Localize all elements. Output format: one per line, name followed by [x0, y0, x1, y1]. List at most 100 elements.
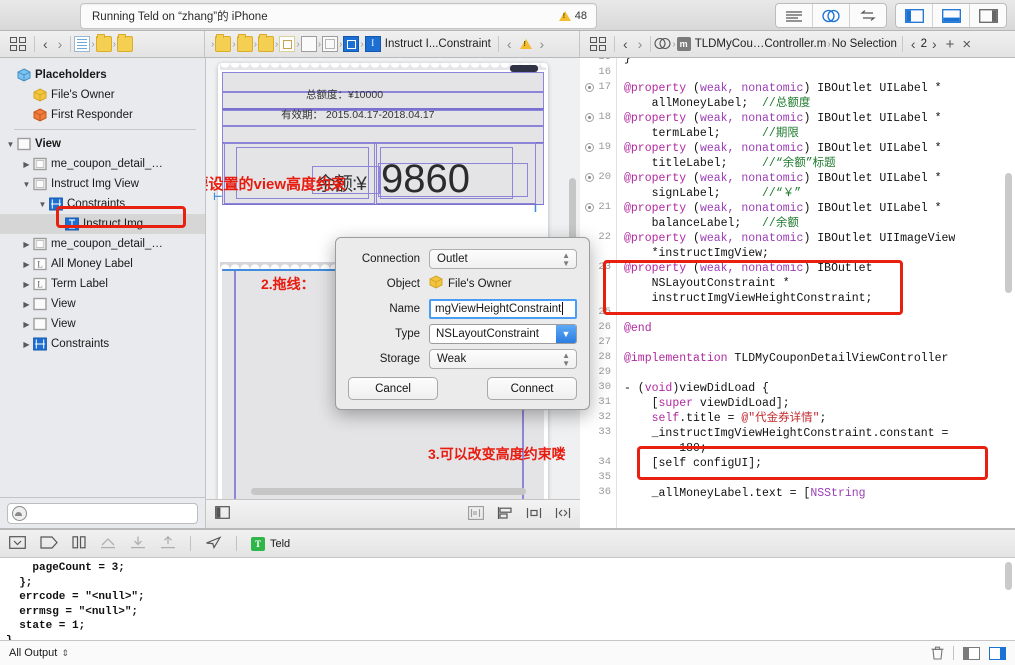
editor-back-button[interactable]: ‹ [618, 36, 633, 52]
venn-icon[interactable] [654, 37, 671, 51]
console-pane-left-toggle[interactable] [963, 646, 980, 660]
editor-forward-button[interactable]: › [633, 36, 648, 52]
m-file-icon[interactable]: m [676, 37, 691, 51]
breakpoint-marker-icon[interactable] [585, 173, 594, 182]
disclosure-triangle-icon[interactable]: ▼ [36, 200, 49, 209]
counter-prev-button[interactable]: ‹ [906, 36, 921, 52]
line-number: 16 [598, 66, 611, 78]
editor-vertical-scrollbar[interactable] [1005, 173, 1012, 293]
code-token: //总额度 [762, 97, 811, 110]
cancel-button[interactable]: Cancel [348, 377, 438, 400]
tree-row[interactable]: ▼ Instruct Img View [0, 174, 205, 194]
add-editor-button[interactable]: + [942, 36, 959, 53]
breakpoint-marker-icon[interactable] [585, 203, 594, 212]
type-combobox[interactable]: NSLayoutConstraint ▼ [429, 323, 577, 344]
step-over-icon[interactable] [100, 536, 116, 552]
location-icon[interactable] [205, 535, 222, 552]
issue-next-button[interactable]: › [535, 36, 550, 52]
resolve-auto-layout-icon[interactable] [468, 505, 484, 523]
pin-icon[interactable] [526, 506, 542, 523]
tree-row[interactable]: Placeholders [0, 65, 205, 85]
warning-indicator[interactable]: 48 [558, 10, 587, 22]
close-editor-button[interactable]: × [958, 36, 975, 53]
connection-popup[interactable]: Outlet ▲ ▼ [429, 248, 577, 269]
output-filter-label[interactable]: All Output [9, 647, 57, 659]
connect-button[interactable]: Connect [487, 377, 577, 400]
running-process[interactable]: T Teld [251, 536, 290, 551]
tree-row[interactable]: ▶ L All Money Label [0, 254, 205, 274]
editor-selection-label[interactable]: No Selection [832, 38, 897, 50]
step-out-icon[interactable] [160, 535, 176, 552]
stack-icon[interactable] [555, 506, 571, 523]
console-log[interactable]: pageCount = 3; }; errcode = "<null>"; er… [0, 558, 1015, 640]
tree-row[interactable]: ▶ L Term Label [0, 274, 205, 294]
jump-bar-current-item[interactable]: Instruct I...Constraint [385, 38, 491, 50]
editor-file-name[interactable]: TLDMyCou…Controller.m [695, 38, 827, 50]
constraints-icon[interactable] [343, 36, 360, 52]
tree-row[interactable]: First Responder [0, 105, 205, 125]
version-editor-button[interactable] [850, 4, 886, 27]
tree-row[interactable]: ▼ Constraints [0, 194, 205, 214]
tree-row[interactable]: File's Owner [0, 85, 205, 105]
folder-icon[interactable] [236, 34, 253, 52]
storage-popup[interactable]: Weak ▲ ▼ [429, 348, 577, 369]
code-text[interactable]: } @property (weak, nonatomic) IBOutlet UI… [617, 58, 1015, 528]
trash-icon[interactable] [931, 646, 944, 660]
disclosure-triangle-icon[interactable]: ▶ [20, 260, 33, 269]
folder-icon[interactable] [215, 34, 232, 52]
folder-icon[interactable] [258, 34, 275, 52]
pause-icon[interactable] [72, 535, 86, 552]
flag-icon[interactable] [40, 535, 58, 552]
counter-next-button[interactable]: › [927, 36, 942, 52]
chevron-down-icon[interactable]: ▼ [556, 324, 576, 343]
tree-row[interactable]: ▼ View [0, 134, 205, 154]
disclosure-triangle-icon[interactable]: ▶ [20, 280, 33, 289]
console-scrollbar[interactable] [1005, 562, 1012, 590]
navigator-pane-toggle[interactable] [896, 4, 933, 27]
disclosure-triangle-icon[interactable]: ▶ [20, 340, 33, 349]
step-into-icon[interactable] [130, 536, 146, 552]
breakpoint-marker-icon[interactable] [585, 113, 594, 122]
outlet-connection-dialog[interactable]: Connection Outlet ▲ ▼ Object File's Owner… [335, 237, 590, 410]
tree-row[interactable]: Instruct Img… [0, 214, 205, 234]
disclosure-triangle-icon[interactable]: ▶ [20, 320, 33, 329]
disclosure-triangle-icon[interactable]: ▶ [20, 240, 33, 249]
folder-icon[interactable] [117, 34, 134, 52]
project-doc-icon[interactable] [74, 36, 91, 52]
disclosure-triangle-icon[interactable]: ▼ [4, 140, 17, 149]
view-as-icon[interactable] [215, 506, 230, 522]
warning-triangle-icon[interactable] [519, 39, 532, 49]
xib-icon[interactable] [279, 36, 296, 52]
filter-field[interactable] [7, 502, 198, 524]
disclosure-triangle-icon[interactable]: ▶ [20, 300, 33, 309]
grid-icon[interactable] [590, 37, 606, 51]
view-controller-icon[interactable] [322, 36, 339, 52]
breakpoint-marker-icon[interactable] [585, 143, 594, 152]
tree-row[interactable]: ▶ View [0, 314, 205, 334]
tree-row[interactable]: ▶ me_coupon_detail_… [0, 154, 205, 174]
grid-icon[interactable] [10, 37, 26, 51]
source-code-editor[interactable]: 15 16 17 18 19 20 21 22 23 25 26 27 28 29 30 31 32 33 34 35… [580, 58, 1015, 528]
disclosure-triangle-icon[interactable]: ▶ [20, 160, 33, 169]
breakpoint-toggle-icon[interactable] [9, 535, 26, 552]
assistant-editor-button[interactable] [813, 4, 850, 27]
view-square-icon[interactable] [300, 36, 317, 52]
back-button[interactable]: ‹ [38, 36, 53, 52]
debug-pane-toggle[interactable] [933, 4, 970, 27]
disclosure-triangle-icon[interactable]: ▼ [20, 180, 33, 189]
utilities-pane-toggle[interactable] [970, 4, 1006, 27]
issue-prev-button[interactable]: ‹ [502, 36, 517, 52]
forward-button[interactable]: › [53, 36, 68, 52]
canvas-horizontal-scrollbar[interactable] [251, 488, 526, 495]
standard-editor-button[interactable] [776, 4, 813, 27]
chevron-updown-icon[interactable]: ⇕ [61, 648, 69, 659]
breakpoint-marker-icon[interactable] [585, 83, 594, 92]
constraint-item-icon[interactable]: I [364, 36, 381, 52]
align-icon[interactable] [497, 506, 513, 523]
console-pane-right-toggle[interactable] [989, 646, 1006, 660]
tree-row[interactable]: ▶ me_coupon_detail_… [0, 234, 205, 254]
folder-icon[interactable] [95, 34, 112, 52]
tree-row[interactable]: ▶ View [0, 294, 205, 314]
tree-row[interactable]: ▶ Constraints [0, 334, 205, 354]
name-input[interactable]: mgViewHeightConstraint [429, 298, 577, 319]
